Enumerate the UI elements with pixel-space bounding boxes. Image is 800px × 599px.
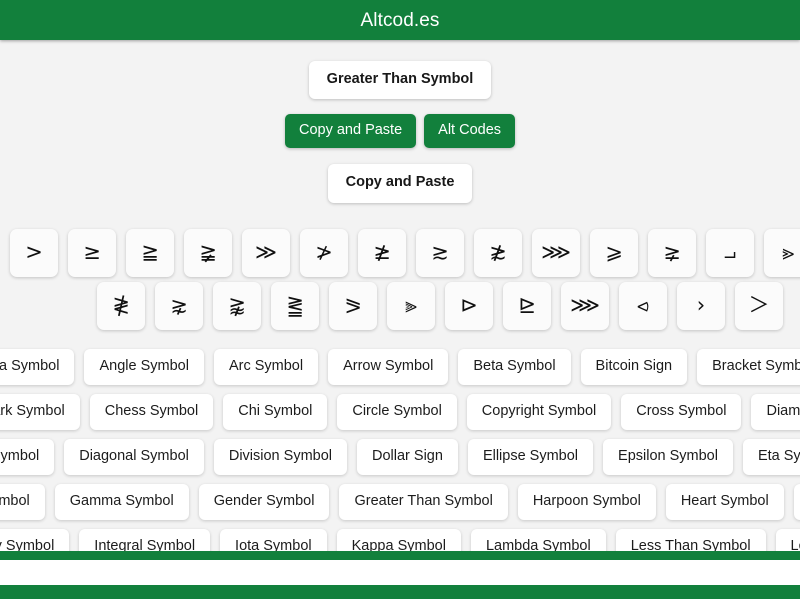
symbol-button[interactable]: ⊵ (503, 281, 551, 330)
link-row-4: Fraction SymbolGamma SymbolGender Symbol… (0, 483, 800, 520)
symbol-link[interactable]: Chess Symbol (89, 393, 214, 430)
symbol-button[interactable]: ⋙ (561, 281, 609, 330)
symbol-button[interactable]: > (10, 228, 58, 277)
symbol-button[interactable]: ⋙ (532, 228, 580, 277)
symbol-button[interactable]: ⫸ (387, 281, 435, 330)
symbol-link[interactable]: Check Mark Symbol (0, 393, 80, 430)
symbol-button[interactable]: ≫ (242, 228, 290, 277)
symbol-button[interactable]: ⋧ (155, 281, 203, 330)
symbol-grid: > ≥ ≧ ≩ ≫ ≯ ≱ ≳ ≵ ⋙ ⩾ ⪈ ⨼ ⪢ ≹ ⋧ ⪊ ⪒ ⪖ ⫸ ⊳ ⊵ ⋙ ⪦ › ＞ (0, 228, 800, 330)
symbol-link[interactable]: Ellipse Symbol (467, 438, 594, 475)
symbol-link[interactable]: Delta Symbol (0, 438, 55, 475)
symbol-link[interactable]: Diamond Symbol (751, 393, 800, 430)
symbol-button[interactable]: ⪊ (213, 281, 261, 330)
symbol-link[interactable]: Gamma Symbol (54, 483, 189, 520)
symbol-button[interactable]: ⊳ (445, 281, 493, 330)
symbol-link[interactable]: Bitcoin Sign (580, 348, 688, 385)
symbol-button[interactable]: ⪒ (271, 281, 319, 330)
symbol-link[interactable]: Hook Symbol (793, 483, 800, 520)
symbol-row-1: > ≥ ≧ ≩ ≫ ≯ ≱ ≳ ≵ ⋙ ⩾ ⪈ ⨼ ⪢ (10, 228, 800, 277)
symbol-link[interactable]: Chi Symbol (223, 393, 328, 430)
symbol-button[interactable]: ＞ (735, 281, 783, 330)
main-content: Greater Than Symbol Copy and Paste Alt Co… (0, 40, 800, 559)
footer-divider-top (0, 551, 800, 560)
symbol-button[interactable]: ⪦ (619, 281, 667, 330)
link-row-1: Alpha SymbolAngle SymbolArc SymbolArrow … (0, 348, 800, 385)
site-header: Altcod.es (0, 0, 800, 40)
symbol-link[interactable]: Division Symbol (213, 438, 348, 475)
symbol-link[interactable]: Eta Symbol (742, 438, 800, 475)
symbol-button[interactable]: ≳ (416, 228, 464, 277)
symbol-row-2: ≹ ⋧ ⪊ ⪒ ⪖ ⫸ ⊳ ⊵ ⋙ ⪦ › ＞ (97, 281, 800, 330)
footer-white-gap (0, 560, 800, 585)
link-row-2: Check Mark SymbolChess SymbolChi SymbolC… (0, 393, 800, 430)
symbol-link[interactable]: Cross Symbol (621, 393, 742, 430)
page-root: Altcod.es Greater Than Symbol Copy and P… (0, 0, 800, 599)
symbol-button[interactable]: ≩ (184, 228, 232, 277)
symbol-button[interactable]: ⪢ (764, 228, 800, 277)
symbol-link[interactable]: Harpoon Symbol (517, 483, 656, 520)
symbol-button[interactable]: ≹ (97, 281, 145, 330)
section-heading-row: Copy and Paste (0, 148, 800, 203)
symbol-link[interactable]: Copyright Symbol (466, 393, 612, 430)
symbol-button[interactable]: ⪈ (648, 228, 696, 277)
symbol-button[interactable]: ≱ (358, 228, 406, 277)
site-title[interactable]: Altcod.es (360, 11, 439, 30)
symbol-button[interactable]: ⪖ (329, 281, 377, 330)
nav-button-1[interactable]: Copy and Paste (284, 114, 417, 149)
symbol-link[interactable]: Gender Symbol (198, 483, 330, 520)
page-title: Greater Than Symbol (308, 61, 492, 100)
symbol-link[interactable]: Arc Symbol (213, 348, 319, 385)
link-row-3: Delta SymbolDiagonal SymbolDivision Symb… (0, 438, 800, 475)
symbol-link[interactable]: Circle Symbol (337, 393, 457, 430)
nav-button-row: Copy and Paste Alt Codes (0, 99, 800, 149)
symbol-link[interactable]: Fraction Symbol (0, 483, 45, 520)
section-heading: Copy and Paste (327, 164, 473, 203)
symbol-button[interactable]: ≵ (474, 228, 522, 277)
symbol-button[interactable]: › (677, 281, 725, 330)
symbol-button[interactable]: ≧ (126, 228, 174, 277)
symbol-link[interactable]: Angle Symbol (84, 348, 204, 385)
nav-button-2[interactable]: Alt Codes (424, 114, 516, 149)
symbol-link[interactable]: Epsilon Symbol (603, 438, 733, 475)
symbol-link[interactable]: Alpha Symbol (0, 348, 75, 385)
symbol-link[interactable]: Dollar Sign (357, 438, 458, 475)
related-symbol-links: Alpha SymbolAngle SymbolArc SymbolArrow … (0, 348, 800, 559)
symbol-link[interactable]: Arrow Symbol (328, 348, 449, 385)
symbol-button[interactable]: ⩾ (590, 228, 638, 277)
symbol-button[interactable]: ≯ (300, 228, 348, 277)
symbol-link[interactable]: Diagonal Symbol (64, 438, 204, 475)
footer-bar (0, 585, 800, 599)
symbol-button[interactable]: ⨼ (706, 228, 754, 277)
page-title-row: Greater Than Symbol (0, 40, 800, 100)
symbol-button[interactable]: ≥ (68, 228, 116, 277)
symbol-link[interactable]: Greater Than Symbol (339, 483, 508, 520)
symbol-link[interactable]: Heart Symbol (665, 483, 784, 520)
symbol-link[interactable]: Bracket Symbol (697, 348, 800, 385)
symbol-link[interactable]: Beta Symbol (458, 348, 571, 385)
